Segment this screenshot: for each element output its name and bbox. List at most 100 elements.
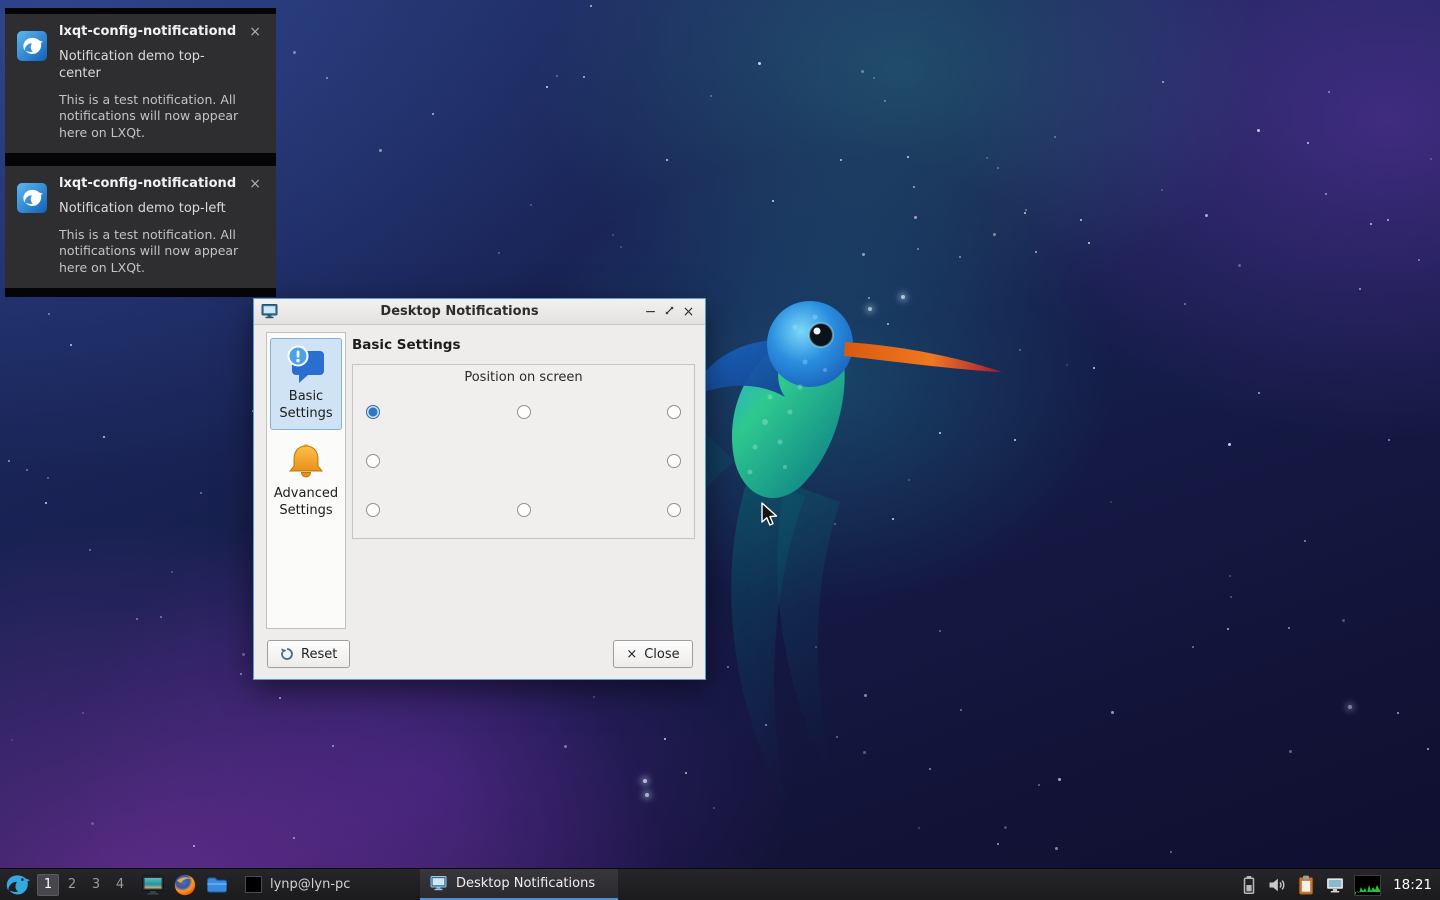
star bbox=[1387, 219, 1389, 221]
monitor-settings-icon[interactable] bbox=[141, 873, 165, 897]
sidebar-item-basic-settings[interactable]: Basic Settings bbox=[270, 338, 342, 430]
display-icon[interactable] bbox=[1325, 875, 1345, 895]
titlebar[interactable]: Desktop Notifications − × bbox=[254, 299, 705, 325]
clock[interactable]: 18:21 bbox=[1393, 877, 1435, 893]
radio-indicator bbox=[366, 454, 380, 468]
star bbox=[907, 156, 909, 158]
star bbox=[620, 246, 622, 248]
star bbox=[1418, 259, 1420, 261]
star bbox=[160, 616, 162, 618]
star bbox=[556, 75, 558, 77]
star bbox=[1024, 212, 1026, 214]
star bbox=[1038, 784, 1040, 786]
star bbox=[1228, 443, 1231, 446]
task-button-terminal[interactable]: lynp@lyn-pc bbox=[237, 869, 358, 900]
star bbox=[1192, 646, 1194, 648]
star bbox=[1184, 303, 1186, 305]
star bbox=[530, 204, 532, 206]
star bbox=[993, 233, 996, 236]
star bbox=[103, 436, 105, 438]
workspace-button-4[interactable]: 4 bbox=[109, 874, 131, 896]
star bbox=[913, 186, 915, 188]
radio-position-top-center[interactable] bbox=[471, 387, 576, 436]
volume-icon[interactable] bbox=[1267, 875, 1287, 895]
star bbox=[1110, 501, 1112, 503]
star bbox=[1066, 364, 1068, 366]
star bbox=[1359, 288, 1361, 290]
window-icon bbox=[261, 304, 278, 319]
close-window-button[interactable]: × bbox=[679, 300, 698, 324]
star bbox=[1080, 219, 1082, 221]
reset-button[interactable]: Reset bbox=[267, 640, 350, 668]
close-icon[interactable]: × bbox=[246, 24, 264, 40]
battery-icon[interactable] bbox=[1240, 874, 1258, 896]
window-icon bbox=[430, 876, 447, 891]
close-button[interactable]: × Close bbox=[613, 640, 693, 668]
star bbox=[997, 167, 999, 169]
star bbox=[293, 837, 295, 839]
star bbox=[1161, 189, 1163, 191]
window-body: Basic Settings Advanced Settings Basic S… bbox=[254, 325, 705, 679]
lxqt-app-icon bbox=[17, 31, 47, 61]
star bbox=[47, 477, 49, 479]
workspace-button-2[interactable]: 2 bbox=[61, 874, 83, 896]
workspace-button-3[interactable]: 3 bbox=[85, 874, 107, 896]
star bbox=[1162, 81, 1164, 83]
lxqt-logo[interactable] bbox=[4, 872, 30, 898]
star bbox=[917, 248, 919, 250]
star bbox=[1230, 596, 1232, 598]
star bbox=[666, 159, 668, 161]
firefox-icon[interactable] bbox=[173, 873, 197, 897]
file-manager-icon[interactable] bbox=[205, 873, 229, 897]
star bbox=[89, 549, 91, 551]
reset-button-label: Reset bbox=[301, 647, 337, 662]
star bbox=[379, 149, 382, 152]
star bbox=[1088, 242, 1090, 244]
radio-position-top-right[interactable] bbox=[576, 387, 681, 436]
star bbox=[240, 673, 242, 675]
star bbox=[26, 469, 28, 471]
system-monitor-icon[interactable] bbox=[1354, 875, 1381, 896]
window-title: Desktop Notifications bbox=[278, 304, 641, 319]
star bbox=[432, 113, 434, 115]
star bbox=[171, 571, 173, 573]
radio-position-bottom-left[interactable] bbox=[366, 485, 471, 534]
star bbox=[45, 502, 47, 504]
radio-indicator bbox=[517, 503, 531, 517]
radio-indicator bbox=[366, 503, 380, 517]
star bbox=[546, 86, 548, 88]
workspace-button-1[interactable]: 1 bbox=[37, 874, 59, 896]
star bbox=[564, 745, 567, 748]
sidebar-item-advanced-settings[interactable]: Advanced Settings bbox=[270, 435, 342, 527]
notification-top-center[interactable]: lxqt-config-notificationd × Notification… bbox=[5, 8, 276, 162]
reset-icon bbox=[280, 647, 294, 661]
star bbox=[1397, 712, 1399, 714]
clipboard-icon[interactable] bbox=[1296, 874, 1316, 896]
star bbox=[1227, 628, 1229, 630]
notification-app-name: lxqt-config-notificationd bbox=[59, 176, 246, 191]
notification-app-name: lxqt-config-notificationd bbox=[59, 24, 246, 39]
radio-position-bottom-center[interactable] bbox=[471, 485, 576, 534]
radio-position-middle-right[interactable] bbox=[576, 436, 681, 485]
radio-position-top-left[interactable] bbox=[366, 387, 471, 436]
radio-indicator bbox=[366, 405, 380, 419]
radio-position-middle-left[interactable] bbox=[366, 436, 471, 485]
notification-summary: Notification demo top-center bbox=[59, 49, 241, 83]
star bbox=[884, 100, 886, 102]
radio-position-bottom-right[interactable] bbox=[576, 485, 681, 534]
star bbox=[91, 822, 94, 825]
minimize-button[interactable]: − bbox=[641, 300, 660, 324]
desktop: lxqt-config-notificationd × Notification… bbox=[0, 0, 1440, 900]
close-icon[interactable]: × bbox=[246, 176, 264, 192]
star bbox=[1370, 223, 1372, 225]
star bbox=[1093, 367, 1095, 369]
taskbar: 1 2 3 4 lynp@lyn-pc bbox=[0, 868, 1440, 900]
star bbox=[1111, 711, 1114, 714]
mouse-cursor bbox=[758, 502, 780, 532]
task-button-desktop-notifications[interactable]: Desktop Notifications bbox=[420, 869, 618, 900]
star bbox=[914, 216, 917, 219]
notification-top-left[interactable]: lxqt-config-notificationd × Notification… bbox=[5, 160, 276, 297]
restore-button[interactable] bbox=[660, 300, 679, 324]
star bbox=[242, 653, 245, 656]
bell-icon bbox=[284, 440, 328, 484]
